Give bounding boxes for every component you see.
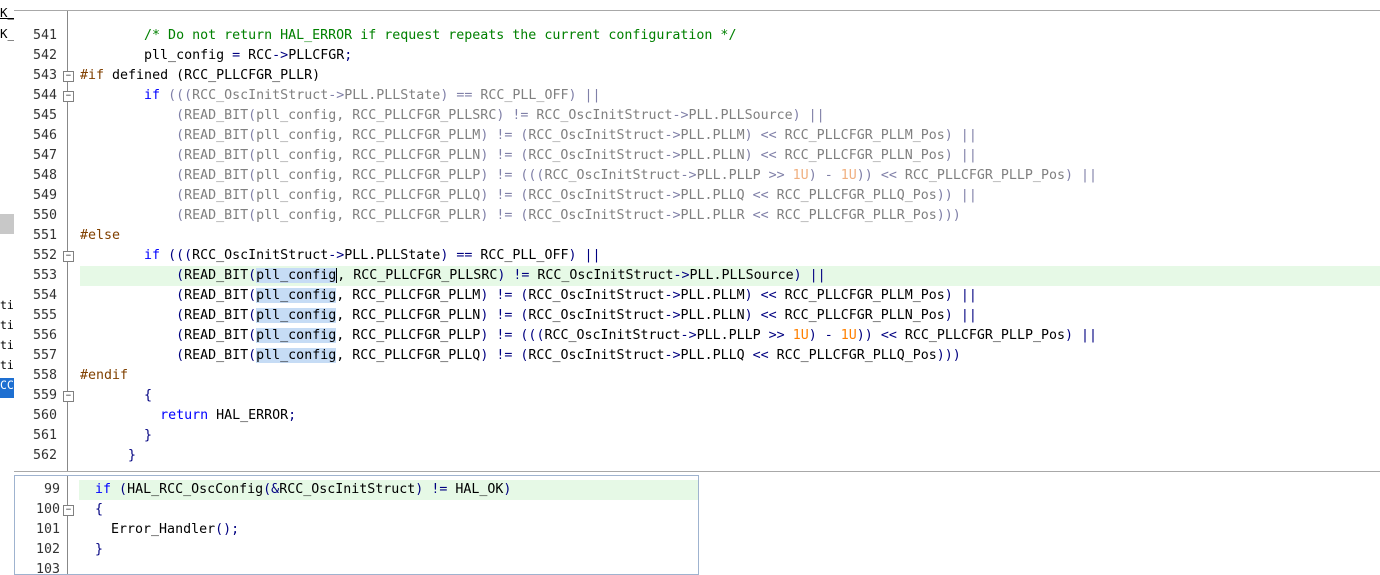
fold-toggle-icon[interactable]: − bbox=[63, 505, 74, 516]
code-line[interactable]: if (HAL_RCC_OscConfig(&RCC_OscInitStruct… bbox=[79, 480, 511, 500]
code-line[interactable]: return HAL_ERROR; bbox=[80, 406, 296, 426]
background-side-fragment: ti bbox=[0, 358, 14, 372]
line-number: 556 bbox=[32, 328, 57, 343]
code-line[interactable]: { bbox=[80, 386, 152, 406]
code-line[interactable]: { bbox=[79, 500, 103, 520]
code-line[interactable]: } bbox=[79, 540, 103, 560]
code-line[interactable]: (READ_BIT(pll_config, RCC_PLLCFGR_PLLP) … bbox=[80, 326, 1097, 346]
line-number: 541 bbox=[32, 28, 57, 43]
code-line[interactable]: (READ_BIT(pll_config, RCC_PLLCFGR_PLLQ) … bbox=[80, 186, 977, 206]
line-number: 558 bbox=[32, 368, 57, 383]
code-line[interactable]: #endif bbox=[80, 366, 128, 386]
line-number: 562 bbox=[32, 448, 57, 463]
code-line[interactable]: (READ_BIT(pll_config, RCC_PLLCFGR_PLLSRC… bbox=[80, 266, 826, 286]
code-line[interactable]: (READ_BIT(pll_config, RCC_PLLCFGR_PLLN) … bbox=[80, 146, 977, 166]
line-number: 551 bbox=[32, 228, 57, 243]
line-number: 101 bbox=[35, 522, 60, 537]
code-line[interactable]: (READ_BIT(pll_config, RCC_PLLCFGR_PLLR) … bbox=[80, 206, 961, 226]
code-line[interactable]: (READ_BIT(pll_config, RCC_PLLCFGR_PLLSRC… bbox=[80, 106, 825, 126]
code-line[interactable]: (READ_BIT(pll_config, RCC_PLLCFGR_PLLQ) … bbox=[80, 346, 961, 366]
line-number: 547 bbox=[32, 148, 57, 163]
line-number: 559 bbox=[32, 388, 57, 403]
line-number: 549 bbox=[32, 188, 57, 203]
line-number: 560 bbox=[32, 408, 57, 423]
line-number: 543 bbox=[32, 68, 57, 83]
code-line[interactable]: #if defined (RCC_PLLCFGR_PLLR) bbox=[80, 66, 320, 86]
fold-toggle-icon[interactable]: − bbox=[63, 91, 74, 102]
code-line[interactable]: pll_config = RCC->PLLCFGR; bbox=[80, 46, 352, 66]
line-number: 553 bbox=[32, 268, 57, 283]
code-line[interactable]: } bbox=[80, 426, 152, 446]
code-line[interactable]: (READ_BIT(pll_config, RCC_PLLCFGR_PLLM) … bbox=[80, 126, 977, 146]
code-line[interactable]: if (((RCC_OscInitStruct->PLL.PLLState) =… bbox=[80, 86, 600, 106]
background-side-fragment: ti bbox=[0, 298, 14, 312]
code-line[interactable]: (READ_BIT(pll_config, RCC_PLLCFGR_PLLM) … bbox=[80, 286, 977, 306]
fold-toggle-icon[interactable]: − bbox=[63, 391, 74, 402]
code-line[interactable]: } bbox=[80, 446, 136, 466]
code-line[interactable]: Error_Handler(); bbox=[79, 520, 239, 540]
line-number: 555 bbox=[32, 308, 57, 323]
code-line[interactable]: /* Do not return HAL_ERROR if request re… bbox=[80, 26, 736, 46]
line-number: 548 bbox=[32, 168, 57, 183]
background-code-fragment: K_DIV4; bbox=[0, 5, 14, 20]
background-selected-item[interactable]: CC bbox=[0, 378, 14, 398]
line-number: 544 bbox=[32, 88, 57, 103]
code-line[interactable]: (READ_BIT(pll_config, RCC_PLLCFGR_PLLP) … bbox=[80, 166, 1097, 186]
line-number: 561 bbox=[32, 428, 57, 443]
line-number: 99 bbox=[43, 482, 60, 497]
background-code-fragment-2: K_ bbox=[0, 26, 14, 41]
line-number: 552 bbox=[32, 248, 57, 263]
code-line[interactable]: (READ_BIT(pll_config, RCC_PLLCFGR_PLLN) … bbox=[80, 306, 977, 326]
background-side-fragment: ti bbox=[0, 338, 14, 352]
call-site-peek-popup[interactable]: 99 if (HAL_RCC_OscConfig(&RCC_OscInitStr… bbox=[14, 475, 699, 575]
line-number: 550 bbox=[32, 208, 57, 223]
code-line[interactable]: if (((RCC_OscInitStruct->PLL.PLLState) =… bbox=[80, 246, 600, 266]
definition-peek-popup[interactable]: 541 /* Do not return HAL_ERROR if reques… bbox=[14, 10, 1380, 472]
fold-toggle-icon[interactable]: − bbox=[63, 71, 74, 82]
line-number: 554 bbox=[32, 288, 57, 303]
line-number: 546 bbox=[32, 128, 57, 143]
gutter-separator bbox=[67, 476, 68, 574]
code-line[interactable]: #else bbox=[80, 226, 120, 246]
fold-toggle-icon[interactable]: − bbox=[63, 251, 74, 262]
line-number: 100 bbox=[35, 502, 60, 517]
line-number: 545 bbox=[32, 108, 57, 123]
background-editor: K_DIV4; K_ ti ti ti ti CC bbox=[0, 0, 14, 573]
line-number: 542 bbox=[32, 48, 57, 63]
background-side-fragment: ti bbox=[0, 318, 14, 332]
background-gray-band bbox=[0, 214, 14, 234]
line-number: 557 bbox=[32, 348, 57, 363]
line-number: 102 bbox=[35, 542, 60, 557]
